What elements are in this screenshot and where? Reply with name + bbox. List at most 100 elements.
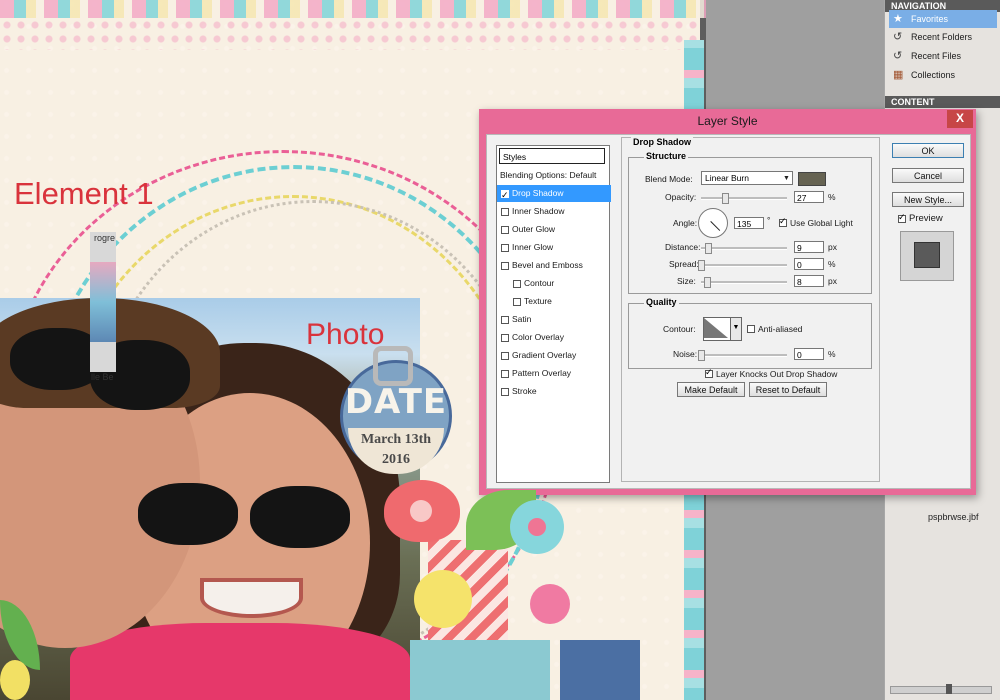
preview-label: Preview	[909, 213, 943, 224]
nav-item-label: Collections	[911, 70, 956, 80]
structure-title: Structure	[644, 151, 689, 161]
chevron-down-icon[interactable]: ▼	[730, 317, 742, 341]
spread-field[interactable]: 0	[794, 258, 824, 270]
style-contour[interactable]: Contour	[497, 275, 623, 292]
anti-aliased-checkbox[interactable]	[747, 325, 755, 333]
style-label: Gradient Overlay	[512, 350, 577, 360]
opacity-slider-knob[interactable]	[722, 193, 729, 204]
thumbnail-size-slider[interactable]	[890, 686, 992, 694]
photo-layer[interactable]	[0, 298, 420, 700]
reset-to-default-button[interactable]: Reset to Default	[749, 382, 827, 397]
use-global-light-option[interactable]: Use Global Light	[779, 216, 853, 228]
chevron-down-icon[interactable]: ▼	[783, 175, 790, 182]
outer-glow-checkbox[interactable]	[501, 225, 509, 234]
file-name[interactable]: pspbrwse.jbf	[928, 512, 979, 522]
stroke-checkbox[interactable]	[501, 387, 509, 396]
size-field[interactable]: 8	[794, 275, 824, 287]
style-preview-square	[914, 242, 940, 268]
style-satin[interactable]: Satin	[497, 311, 611, 328]
spread-unit: %	[828, 259, 836, 269]
drop-shadow-checkbox[interactable]	[501, 187, 509, 204]
style-inner-shadow[interactable]: Inner Shadow	[497, 203, 611, 220]
anti-aliased-option[interactable]: Anti-aliased	[747, 324, 802, 334]
nav-item-favorites[interactable]: ★ Favorites	[889, 10, 997, 28]
contour-preview[interactable]	[703, 317, 731, 341]
yellow-bud-icon	[0, 660, 30, 700]
cancel-button[interactable]: Cancel	[892, 168, 964, 183]
noise-field[interactable]: 0	[794, 348, 824, 360]
style-gradient-overlay[interactable]: Gradient Overlay	[497, 347, 611, 364]
close-button[interactable]: X	[947, 110, 973, 128]
bevel-emboss-checkbox[interactable]	[501, 261, 509, 270]
inner-glow-checkbox[interactable]	[501, 243, 509, 252]
size-slider-knob[interactable]	[704, 277, 711, 288]
noise-slider-knob[interactable]	[698, 350, 705, 361]
inner-shadow-checkbox[interactable]	[501, 207, 509, 216]
nav-item-label: Recent Folders	[911, 32, 973, 42]
style-color-overlay[interactable]: Color Overlay	[497, 329, 611, 346]
nav-item-label: Favorites	[911, 14, 949, 24]
style-blending-options[interactable]: Blending Options: Default	[497, 167, 610, 184]
distance-field[interactable]: 9	[794, 241, 824, 253]
spread-slider-knob[interactable]	[698, 260, 705, 271]
satin-checkbox[interactable]	[501, 315, 509, 324]
size-label: Size:	[677, 276, 696, 286]
use-global-light-label: Use Global Light	[790, 218, 853, 228]
woman-sunglasses-left	[138, 483, 238, 545]
noise-unit: %	[828, 349, 836, 359]
make-default-button[interactable]: Make Default	[677, 382, 745, 397]
new-style-button[interactable]: New Style...	[892, 192, 964, 207]
contour-curve-icon	[704, 318, 728, 338]
style-texture[interactable]: Texture	[497, 293, 623, 310]
styles-list-header[interactable]: Styles	[499, 148, 605, 164]
pink-flower-icon	[530, 584, 570, 624]
gradient-overlay-checkbox[interactable]	[501, 351, 509, 360]
color-overlay-checkbox[interactable]	[501, 333, 509, 342]
spread-label: Spread:	[669, 259, 699, 269]
content-thumbnail[interactable]	[90, 232, 116, 372]
nav-item-collections[interactable]: ▦ Collections	[889, 66, 997, 84]
use-global-light-checkbox[interactable]	[779, 216, 787, 227]
opacity-slider[interactable]	[701, 197, 787, 200]
preview-option[interactable]: Preview	[898, 212, 943, 224]
noise-slider[interactable]	[701, 354, 787, 357]
distance-slider-knob[interactable]	[705, 243, 712, 254]
layer-knocks-out-checkbox[interactable]	[705, 367, 713, 378]
blue-tag	[410, 640, 550, 700]
layer-knocks-out-option[interactable]: Layer Knocks Out Drop Shadow	[705, 367, 838, 379]
spread-slider[interactable]	[701, 264, 787, 267]
preview-checkbox[interactable]	[898, 212, 906, 223]
element-label: Element 1	[14, 176, 154, 211]
style-bevel-emboss[interactable]: Bevel and Emboss	[497, 257, 611, 274]
size-slider[interactable]	[701, 281, 787, 284]
style-inner-glow[interactable]: Inner Glow	[497, 239, 611, 256]
ok-button[interactable]: OK	[892, 143, 964, 158]
yellow-flower-icon	[414, 570, 472, 628]
nav-item-label: Recent Files	[911, 51, 962, 61]
style-pattern-overlay[interactable]: Pattern Overlay	[497, 365, 611, 382]
angle-unit: °	[767, 215, 771, 225]
angle-label: Angle:	[673, 218, 698, 228]
nav-item-recent-files[interactable]: ↺ Recent Files	[889, 47, 997, 65]
blend-mode-select[interactable]: Linear Burn	[701, 171, 793, 185]
thumbnail-caption-bottom: lle Be	[91, 372, 114, 382]
opacity-field[interactable]: 27	[794, 191, 824, 203]
slider-thumb[interactable]	[946, 684, 952, 694]
angle-field[interactable]: 135	[734, 217, 764, 229]
style-label: Inner Glow	[512, 242, 554, 252]
pattern-overlay-checkbox[interactable]	[501, 369, 509, 378]
shadow-color-swatch[interactable]	[798, 172, 826, 186]
style-stroke[interactable]: Stroke	[497, 383, 611, 400]
style-label: Color Overlay	[512, 332, 564, 342]
texture-checkbox[interactable]	[513, 297, 521, 306]
layer-knocks-out-label: Layer Knocks Out Drop Shadow	[716, 369, 838, 379]
styles-list: Styles Blending Options: Default Drop Sh…	[496, 145, 611, 483]
contour-checkbox[interactable]	[513, 279, 521, 288]
nav-item-recent-folders[interactable]: ↺ Recent Folders	[889, 28, 997, 46]
star-icon: ★	[893, 13, 903, 25]
distance-unit: px	[828, 242, 837, 252]
style-outer-glow[interactable]: Outer Glow	[497, 221, 611, 238]
history-icon: ↺	[893, 31, 903, 43]
distance-slider[interactable]	[701, 247, 787, 250]
style-drop-shadow[interactable]: Drop Shadow	[497, 185, 611, 204]
